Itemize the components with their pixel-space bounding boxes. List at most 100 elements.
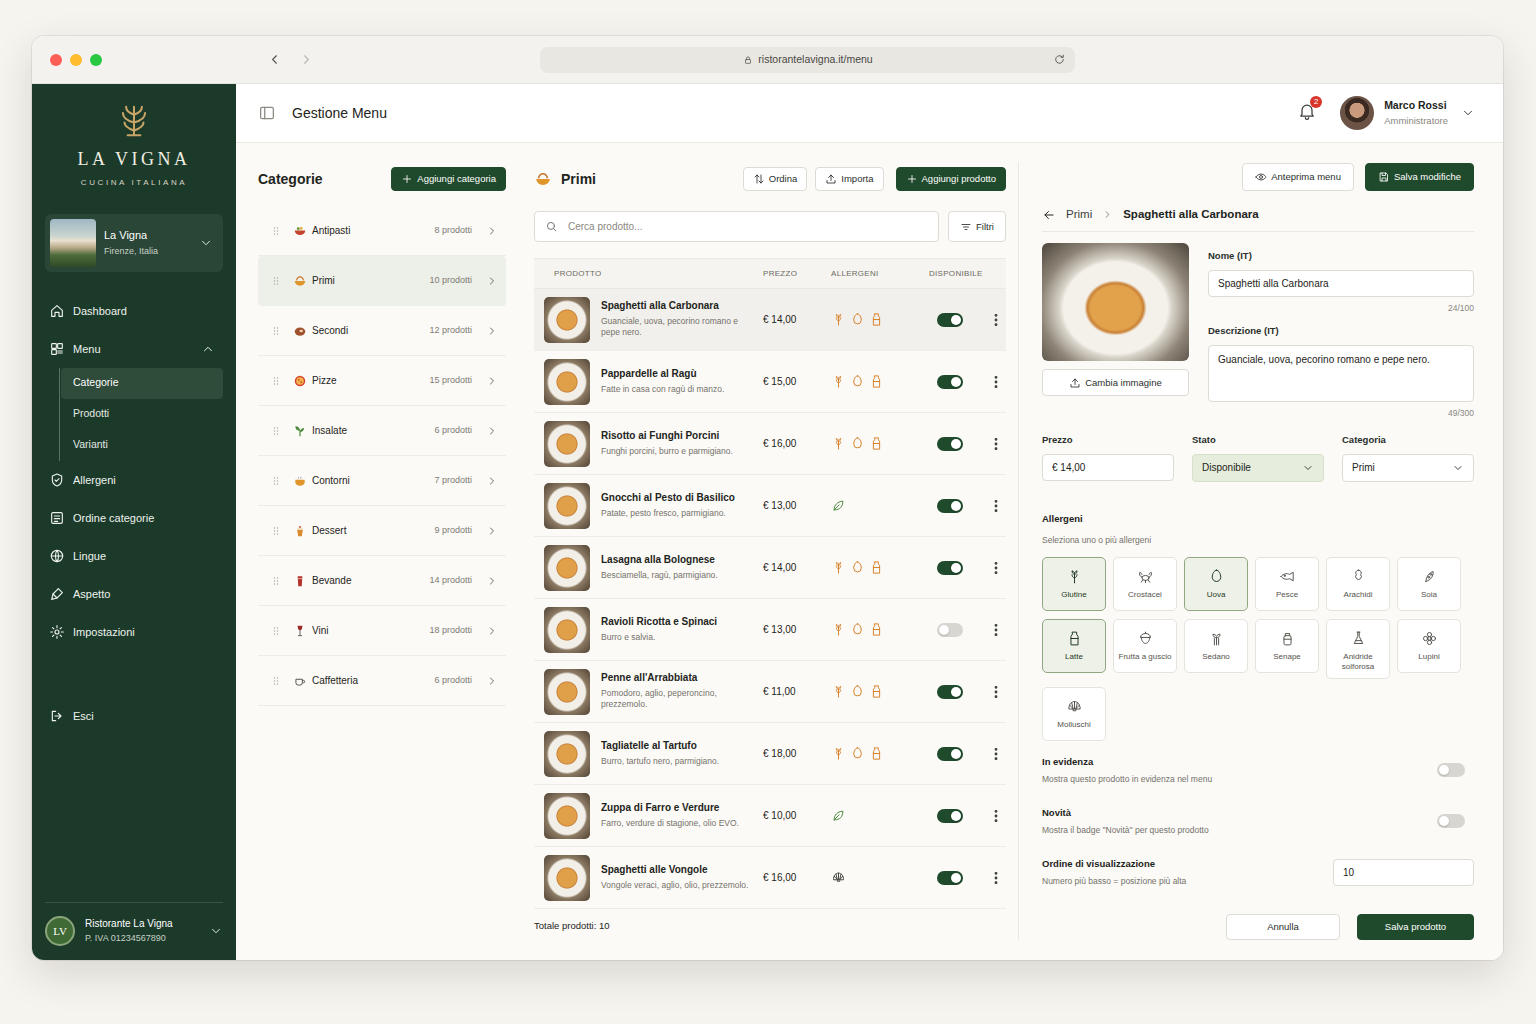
venue-selector[interactable]: La VignaFirenze, Italia	[45, 214, 223, 272]
submenu-item[interactable]: Prodotti	[61, 399, 223, 430]
sidebar-item[interactable]: Lingue	[45, 537, 223, 575]
add-product-button[interactable]: Aggiungi prodotto	[896, 167, 1006, 191]
description-input[interactable]: Guanciale, uova, pecorino romano e pepe …	[1208, 345, 1474, 402]
allergen-option[interactable]: Soia	[1397, 557, 1461, 611]
product-info: Spaghetti alle VongoleVongole veraci, ag…	[601, 864, 763, 891]
category-row[interactable]: Insalate6 prodotti	[258, 406, 506, 456]
row-menu-button[interactable]	[985, 684, 1006, 700]
close-button[interactable]	[50, 54, 62, 66]
sidebar-item[interactable]: Menu	[45, 330, 223, 368]
sidebar-toggle-icon[interactable]	[258, 104, 276, 122]
product-row[interactable]: Risotto ai Funghi PorciniFunghi porcini,…	[534, 413, 1006, 475]
availability-toggle[interactable]	[937, 809, 963, 823]
category-row[interactable]: Dessert9 prodotti	[258, 506, 506, 556]
row-menu-button[interactable]	[985, 312, 1006, 328]
search-input[interactable]	[566, 218, 928, 235]
reload-icon[interactable]	[1053, 53, 1066, 66]
price-input[interactable]	[1042, 454, 1174, 481]
logout-label: Esci	[73, 708, 94, 725]
availability-toggle[interactable]	[937, 437, 963, 451]
allergen-option[interactable]: Uova	[1184, 557, 1248, 611]
preview-menu-button[interactable]: Anteprima menu	[1242, 163, 1354, 191]
sidebar-item[interactable]: Impostazioni	[45, 613, 223, 651]
display-order-input[interactable]	[1333, 859, 1474, 886]
row-menu-button[interactable]	[985, 746, 1006, 762]
category-select[interactable]: Primi	[1342, 454, 1474, 482]
category-row[interactable]: Bevande14 prodotti	[258, 556, 506, 606]
availability-toggle[interactable]	[937, 685, 963, 699]
product-row[interactable]: Gnocchi al Pesto di BasilicoPatate, pest…	[534, 475, 1006, 537]
category-row[interactable]: Secondi12 prodotti	[258, 306, 506, 356]
cancel-button[interactable]: Annulla	[1226, 914, 1340, 940]
import-button[interactable]: Importa	[815, 167, 883, 191]
address-bar[interactable]: ristorantelavigna.it/menu	[540, 47, 1075, 73]
add-category-button[interactable]: Aggiungi categoria	[391, 167, 506, 191]
availability-toggle[interactable]	[937, 747, 963, 761]
allergen-option[interactable]: Crostacei	[1113, 557, 1177, 611]
product-row[interactable]: Tagliatelle al TartufoBurro, tartufo ner…	[534, 723, 1006, 785]
allergen-option[interactable]: Frutta a guscio	[1113, 619, 1177, 673]
option-toggle[interactable]	[1437, 763, 1465, 777]
logout-button[interactable]: Esci	[45, 697, 223, 735]
product-row[interactable]: Spaghetti alla CarbonaraGuanciale, uova,…	[534, 289, 1006, 351]
back-arrow-icon[interactable]	[267, 52, 282, 67]
name-input[interactable]	[1208, 270, 1474, 297]
minimize-button[interactable]	[70, 54, 82, 66]
availability-toggle[interactable]	[937, 561, 963, 575]
user-info[interactable]: Marco RossiAmministratore	[1384, 99, 1448, 127]
breadcrumb-link[interactable]: Primi	[1066, 206, 1092, 223]
product-row[interactable]: Zuppa di Farro e VerdureFarro, verdure d…	[534, 785, 1006, 847]
product-row[interactable]: Lasagna alla BologneseBesciamella, ragù,…	[534, 537, 1006, 599]
status-select[interactable]: Disponibile	[1192, 454, 1324, 482]
product-row[interactable]: Penne all'ArrabbiataPomodoro, aglio, pep…	[534, 661, 1006, 723]
category-row[interactable]: Contorni7 prodotti	[258, 456, 506, 506]
product-row[interactable]: Ravioli Ricotta e SpinaciBurro e salvia.…	[534, 599, 1006, 661]
forward-arrow-icon[interactable]	[299, 52, 314, 67]
allergen-option[interactable]: Latte	[1042, 619, 1106, 673]
allergen-option[interactable]: Arachidi	[1326, 557, 1390, 611]
product-row[interactable]: Spaghetti alle VongoleVongole veraci, ag…	[534, 847, 1006, 909]
availability-toggle[interactable]	[937, 623, 963, 637]
category-row[interactable]: Caffetteria6 prodotti	[258, 656, 506, 706]
row-menu-button[interactable]	[985, 560, 1006, 576]
allergen-option[interactable]: Pesce	[1255, 557, 1319, 611]
submenu-item[interactable]: Categorie	[61, 368, 223, 399]
row-menu-button[interactable]	[985, 436, 1006, 452]
save-changes-button[interactable]: Salva modifiche	[1365, 163, 1474, 191]
save-product-button[interactable]: Salva prodotto	[1357, 914, 1474, 940]
option-toggle[interactable]	[1437, 814, 1465, 828]
sort-button[interactable]: Ordina	[743, 167, 808, 191]
back-arrow-icon[interactable]	[1042, 208, 1056, 222]
sidebar-item[interactable]: Aspetto	[45, 575, 223, 613]
allergen-option[interactable]: Lupini	[1397, 619, 1461, 673]
allergen-option[interactable]: Senape	[1255, 619, 1319, 673]
account-switcher[interactable]: LVRistorante La VignaP. IVA 01234567890	[45, 902, 223, 946]
category-row[interactable]: Pizze15 prodotti	[258, 356, 506, 406]
availability-toggle[interactable]	[937, 871, 963, 885]
notifications-button[interactable]: 2	[1297, 101, 1317, 125]
sidebar-item[interactable]: Ordine categorie	[45, 499, 223, 537]
category-row[interactable]: Antipasti8 prodotti	[258, 206, 506, 256]
row-menu-button[interactable]	[985, 870, 1006, 886]
allergen-option[interactable]: Sedano	[1184, 619, 1248, 673]
row-menu-button[interactable]	[985, 808, 1006, 824]
availability-toggle[interactable]	[937, 499, 963, 513]
category-row[interactable]: Vini18 prodotti	[258, 606, 506, 656]
category-row[interactable]: Primi10 prodotti	[258, 256, 506, 306]
sidebar-item[interactable]: Dashboard	[45, 292, 223, 330]
availability-toggle[interactable]	[937, 375, 963, 389]
submenu-item[interactable]: Varianti	[61, 430, 223, 461]
row-menu-button[interactable]	[985, 374, 1006, 390]
allergen-option[interactable]: Anidride solforosa	[1326, 619, 1390, 679]
allergen-option[interactable]: Molluschi	[1042, 687, 1106, 741]
user-avatar[interactable]	[1340, 96, 1374, 130]
row-menu-button[interactable]	[985, 498, 1006, 514]
product-row[interactable]: Pappardelle al RagùFatte in casa con rag…	[534, 351, 1006, 413]
row-menu-button[interactable]	[985, 622, 1006, 638]
filters-button[interactable]: Filtri	[948, 211, 1006, 242]
availability-toggle[interactable]	[937, 313, 963, 327]
sidebar-item[interactable]: Allergeni	[45, 461, 223, 499]
allergen-option[interactable]: Glutine	[1042, 557, 1106, 611]
change-image-button[interactable]: Cambia immagine	[1042, 369, 1189, 396]
zoom-button[interactable]	[90, 54, 102, 66]
